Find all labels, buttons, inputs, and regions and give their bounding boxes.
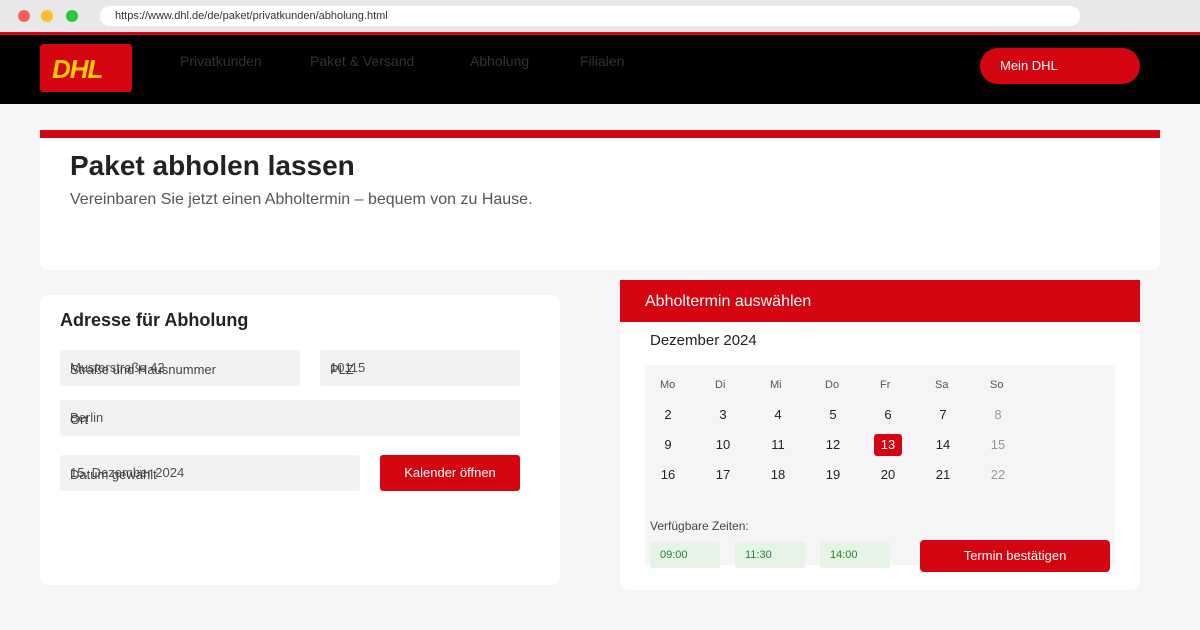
weekday-label: Do (825, 379, 840, 391)
page-title: Paket abholen lassen (70, 150, 355, 181)
calendar-header: Abholtermin auswählen (620, 280, 1140, 322)
calendar-day[interactable]: 15 (984, 434, 1012, 456)
calendar-day[interactable]: 2 (654, 404, 682, 426)
nav-item-privatkunden[interactable]: Privatkunden (180, 53, 262, 69)
address-card-title: Adresse für Abholung (60, 310, 249, 330)
nav-item-abholung[interactable]: Abholung (470, 53, 529, 69)
site-header: DHL Privatkunden Paket & Versand Abholun… (0, 35, 1200, 104)
calendar-day-selected[interactable]: 13 (874, 434, 902, 456)
page-subtitle: Vereinbaren Sie jetzt einen Abholtermin … (70, 191, 533, 208)
calendar-grid: Mo Di Mi Do Fr Sa So 2 3 4 5 6 7 8 9 10 11 12 13 14 15 16 17 18… (645, 365, 1115, 565)
minimize-window-dot[interactable] (41, 10, 53, 22)
open-calendar-button[interactable]: Kalender öffnen (380, 455, 520, 491)
weekday-label: Fr (880, 379, 891, 391)
calendar-day[interactable]: 22 (984, 464, 1012, 486)
calendar-day[interactable]: 5 (819, 404, 847, 426)
nav-item-paket-versand[interactable]: Paket & Versand (310, 53, 414, 69)
nav-item-filialen[interactable]: Filialen (580, 53, 624, 69)
weekday-label: Mo (660, 379, 676, 391)
hero-accent-bar (40, 130, 1160, 138)
calendar-day[interactable]: 6 (874, 404, 902, 426)
zip-field[interactable]: PLZ 10115 (320, 350, 520, 386)
address-bar[interactable]: https://www.dhl.de/de/paket/privatkunden… (100, 6, 1080, 26)
calendar-day[interactable]: 16 (654, 464, 682, 486)
calendar-day[interactable]: 10 (709, 434, 737, 456)
calendar-day[interactable]: 3 (709, 404, 737, 426)
calendar-day[interactable]: 9 (654, 434, 682, 456)
time-slot[interactable]: 09:00 (650, 542, 720, 568)
weekday-label: Mi (770, 379, 782, 391)
calendar-month: Dezember 2024 (650, 332, 757, 349)
calendar-day[interactable]: 18 (764, 464, 792, 486)
calendar-day[interactable]: 4 (764, 404, 792, 426)
confirm-appointment-button[interactable]: Termin bestätigen (920, 540, 1110, 572)
calendar-day[interactable]: 8 (984, 404, 1012, 426)
dhl-logo[interactable]: DHL (40, 44, 132, 92)
date-field[interactable]: Datum gewählt 15. Dezember 2024 (60, 455, 360, 491)
city-field[interactable]: Ort Berlin (60, 400, 520, 436)
address-card: Adresse für Abholung (40, 295, 560, 585)
calendar-day[interactable]: 20 (874, 464, 902, 486)
weekday-label: Di (715, 379, 726, 391)
logo-text: DHL (52, 54, 103, 84)
mein-dhl-button[interactable]: Mein DHL (980, 48, 1140, 84)
street-field[interactable]: Straße und Hausnummer Musterstraße 42 (60, 350, 300, 386)
time-slot[interactable]: 14:00 (820, 542, 890, 568)
zip-value: 10115 (330, 360, 366, 375)
calendar-day[interactable]: 17 (709, 464, 737, 486)
calendar-day[interactable]: 14 (929, 434, 957, 456)
browser-chrome: https://www.dhl.de/de/paket/privatkunden… (0, 0, 1200, 32)
weekday-label: So (990, 379, 1004, 391)
calendar-day[interactable]: 7 (929, 404, 957, 426)
calendar-day[interactable]: 11 (764, 434, 792, 456)
street-value: Musterstraße 42 (70, 360, 165, 375)
weekday-label: Sa (935, 379, 949, 391)
calendar-day[interactable]: 21 (929, 464, 957, 486)
city-value: Berlin (70, 410, 104, 425)
maximize-window-dot[interactable] (66, 10, 78, 22)
calendar-day[interactable]: 12 (819, 434, 847, 456)
close-window-dot[interactable] (18, 10, 30, 22)
calendar-card: Abholtermin auswählen Dezember 2024 Mo Di… (620, 280, 1140, 590)
hero-section: Paket abholen lassen Vereinbaren Sie jet… (40, 130, 1160, 270)
calendar-day[interactable]: 19 (819, 464, 847, 486)
date-value: 15. Dezember 2024 (70, 465, 185, 480)
time-slot[interactable]: 11:30 (735, 542, 805, 568)
available-times-label: Verfügbare Zeiten: (650, 519, 749, 533)
